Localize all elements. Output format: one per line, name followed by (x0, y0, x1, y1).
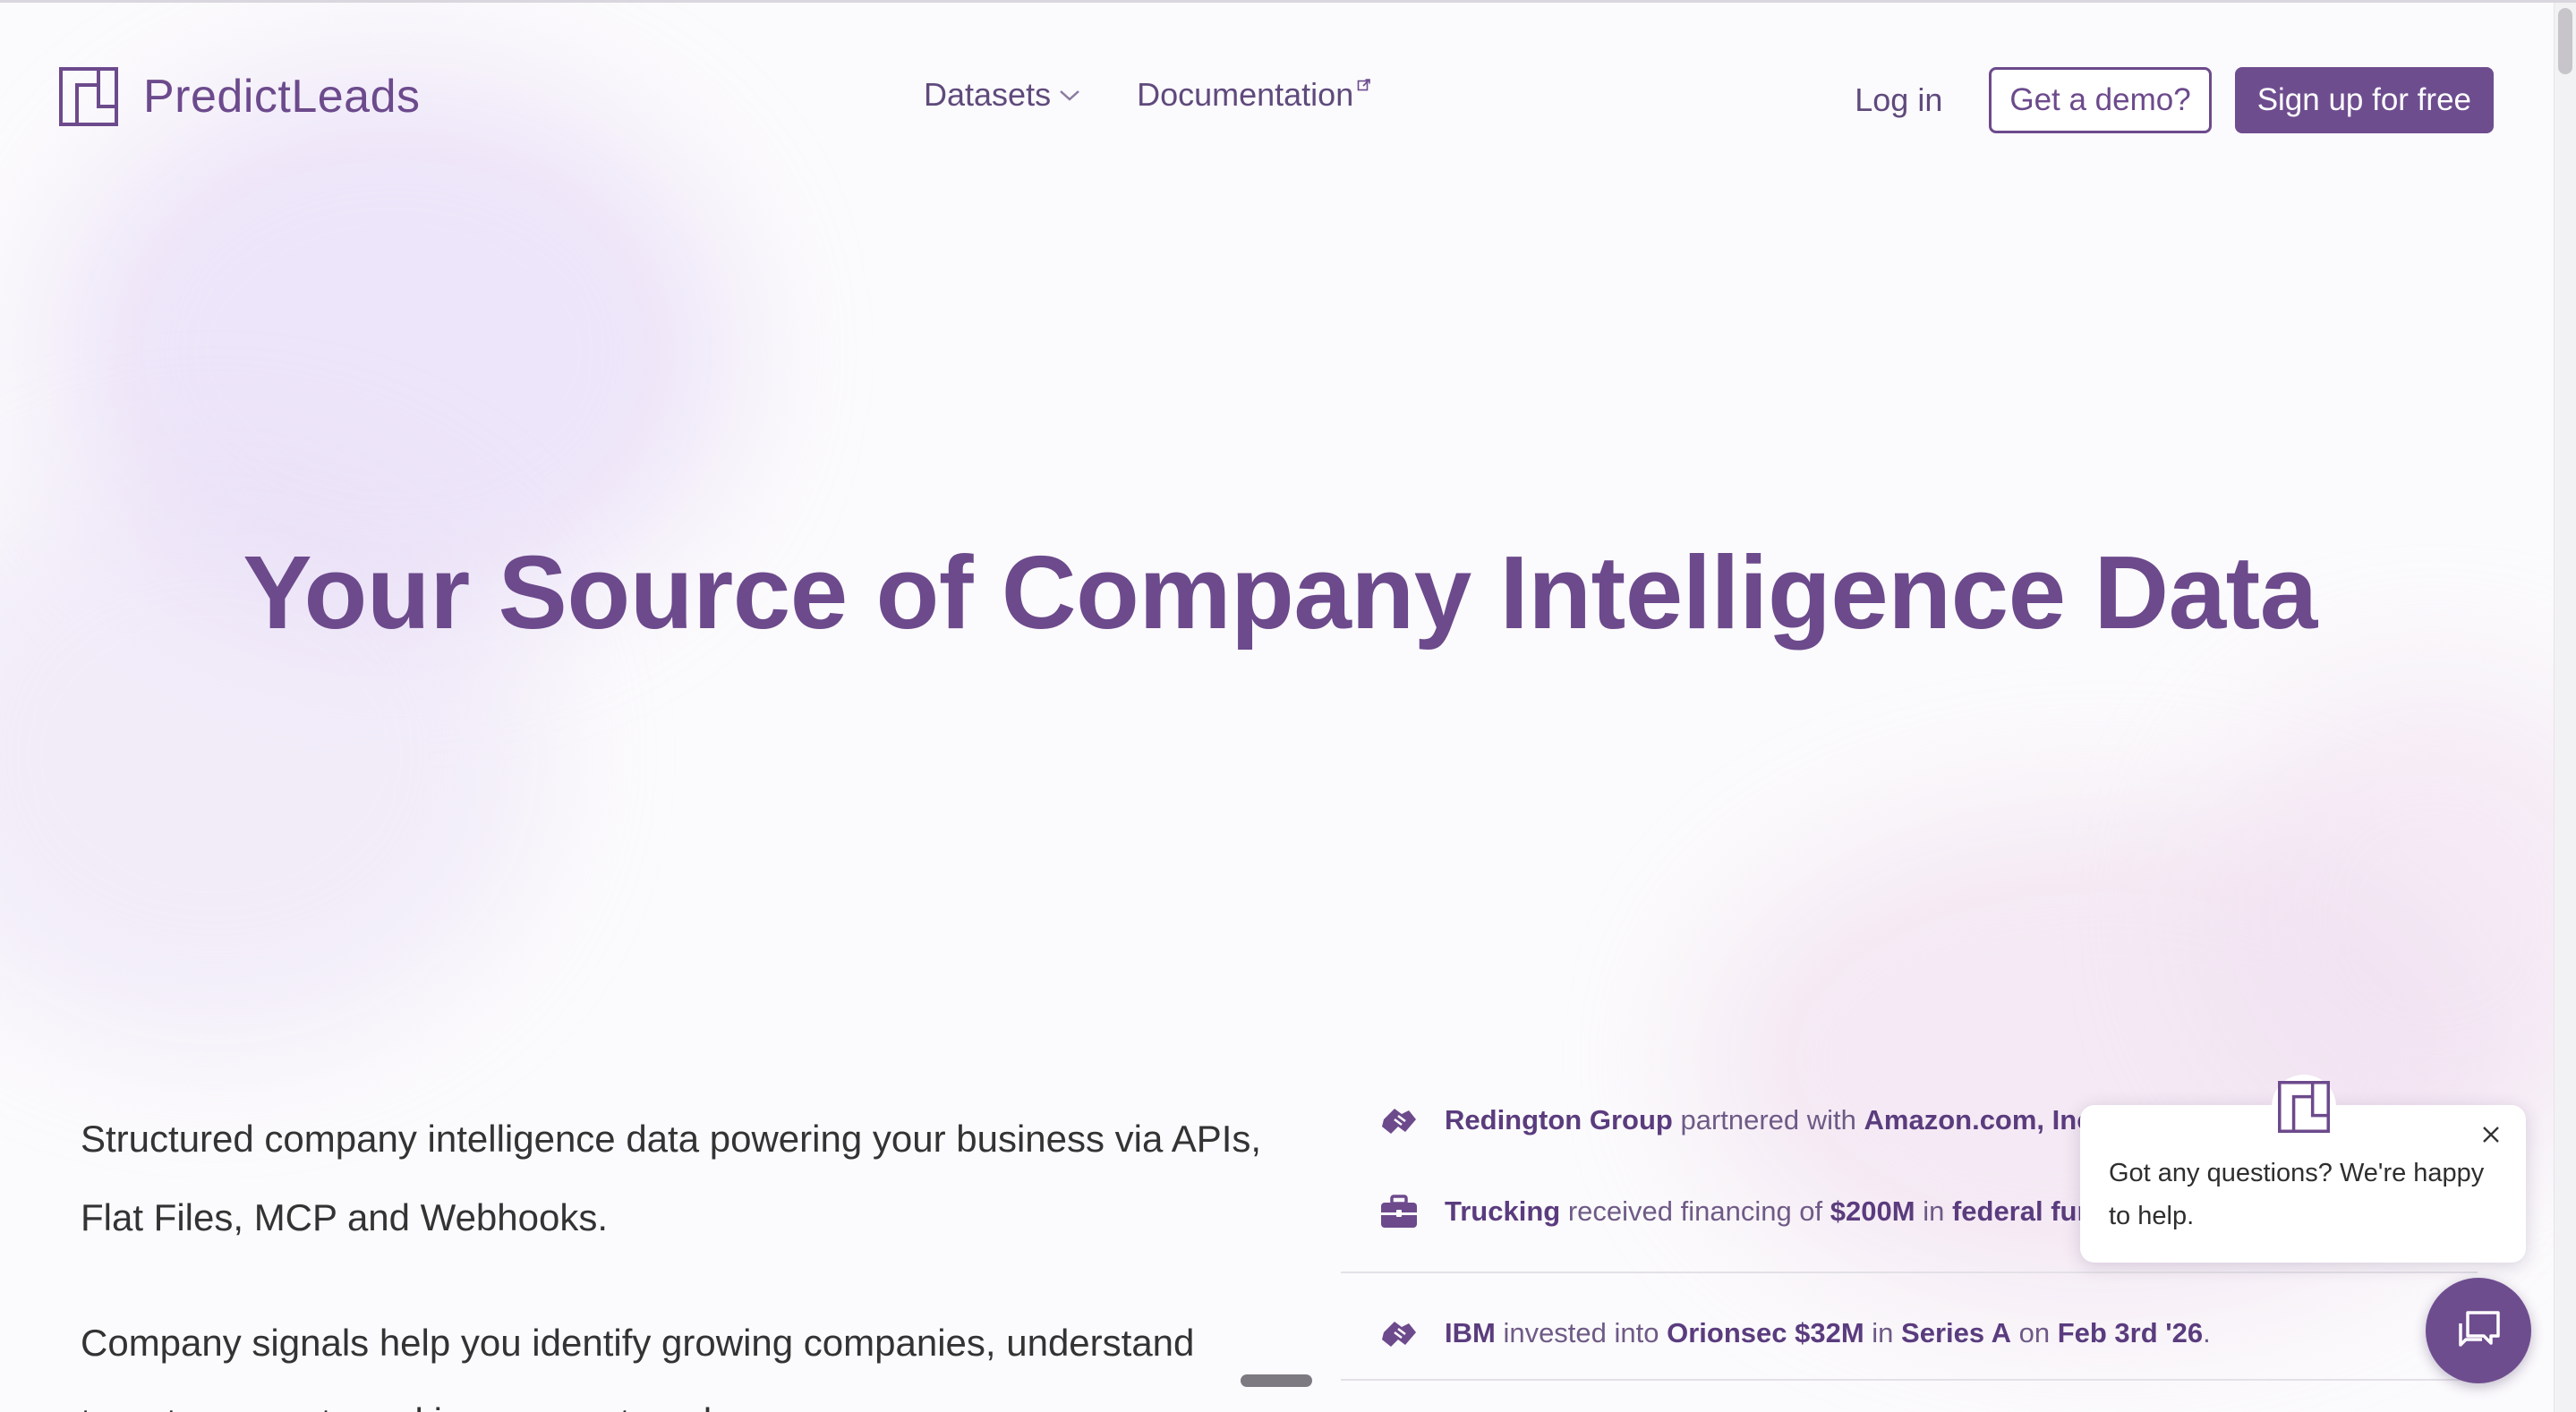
nav-datasets-label: Datasets (924, 76, 1052, 113)
carousel-handle[interactable] (1241, 1374, 1312, 1387)
brand-name: PredictLeads (143, 71, 421, 123)
feed-text-segment: on (2010, 1317, 2058, 1348)
hero-title: Your Source of Company Intelligence Data (243, 534, 2317, 651)
logo-icon (59, 67, 118, 126)
handshake-icon (1382, 1109, 1416, 1134)
feed-item-text: Trucking received financing of $200M in … (1445, 1195, 2111, 1228)
signup-button[interactable]: Sign up for free (2234, 67, 2494, 133)
feed-text-segment: in (1915, 1195, 1952, 1227)
feed-text-segment: partnered with (1672, 1104, 1864, 1136)
external-link-icon (1357, 79, 1371, 91)
feed-entity: Redington Group (1445, 1104, 1673, 1136)
chat-message: Got any questions? We're happy to help. (2109, 1159, 2485, 1230)
feed-entity: $200M (1830, 1195, 1915, 1227)
scrollbar[interactable] (2554, 3, 2576, 1412)
feed-text-segment: . (2203, 1317, 2211, 1348)
chat-avatar (2272, 1075, 2336, 1139)
nav-documentation[interactable]: Documentation (1137, 76, 1371, 114)
feed-entity: IBM (1445, 1317, 1496, 1348)
intro-copy: Structured company intelligence data pow… (81, 1100, 1262, 1412)
scrollbar-thumb[interactable] (2558, 8, 2572, 74)
logo-icon (2278, 1081, 2330, 1133)
feed-item-text: IBM invested into Orionsec $32M in Serie… (1445, 1317, 2211, 1349)
feed-item: IBM invested into Orionsec $32M in Serie… (1341, 1288, 2478, 1379)
feed-text-segment: received financing of (1560, 1195, 1830, 1227)
feed-text-segment: invested into (1495, 1317, 1668, 1348)
nav-documentation-label: Documentation (1137, 76, 1354, 113)
page: PredictLeads Datasets Documentation Log … (0, 0, 2576, 1412)
handshake-icon (1382, 1322, 1416, 1347)
chat-launcher-button[interactable] (2426, 1278, 2531, 1383)
feed-divider (1341, 1272, 2478, 1273)
feed-entity: Trucking (1445, 1195, 1561, 1227)
close-icon[interactable] (2476, 1119, 2506, 1150)
feed-text-segment: in (1864, 1317, 1902, 1348)
chevron-down-icon (1060, 90, 1079, 101)
feed-entity: Orionsec $32M (1667, 1317, 1864, 1348)
feed-entity: Feb 3rd '26 (2057, 1317, 2204, 1348)
feed-entity: Amazon.com, Inc. (1864, 1104, 2101, 1136)
logo-link[interactable]: PredictLeads (59, 67, 421, 126)
feed-divider (1341, 1379, 2478, 1381)
intro-paragraph: Company signals help you identify growin… (81, 1322, 1195, 1412)
login-link[interactable]: Log in (1855, 81, 1942, 119)
get-demo-button[interactable]: Get a demo? (1989, 67, 2212, 133)
briefcase-icon (1381, 1195, 1417, 1228)
intro-paragraph: Structured company intelligence data pow… (81, 1118, 1262, 1238)
feed-item-text: Redington Group partnered with Amazon.co… (1445, 1104, 2123, 1136)
chat-icon (2459, 1311, 2500, 1347)
nav-datasets[interactable]: Datasets (924, 76, 1081, 114)
main-nav: Datasets Documentation (924, 76, 1371, 114)
header-actions: Log in Get a demo? Sign up for free (1855, 67, 2494, 133)
feed-entity: Series A (1901, 1317, 2011, 1348)
